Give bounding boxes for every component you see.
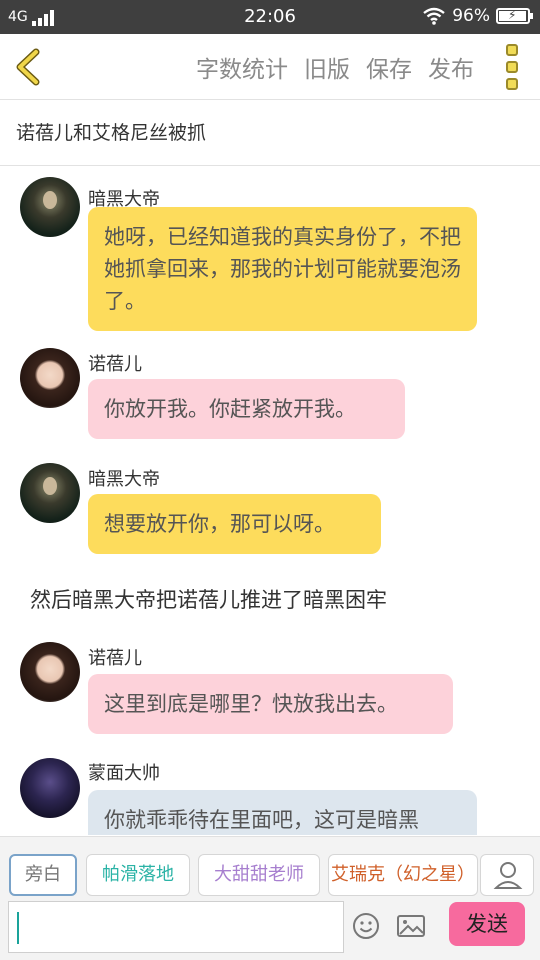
- nuobeier-avatar[interactable]: [20, 348, 80, 408]
- status-bar: 4G 22:06 96% ⚡: [0, 0, 540, 34]
- story-title: 诺蓓儿和艾格尼丝被抓: [16, 122, 207, 144]
- message-bubble[interactable]: 想要放开你，那可以呀。: [88, 494, 381, 554]
- dark-emperor-avatar[interactable]: [20, 177, 80, 237]
- dark-emperor-avatar[interactable]: [20, 463, 80, 523]
- masked-marshal-avatar[interactable]: [20, 758, 80, 818]
- sender-name: 诺蓓儿: [88, 354, 142, 375]
- message-input[interactable]: [8, 901, 344, 953]
- add-character-button[interactable]: [480, 854, 534, 896]
- nuobeier-avatar[interactable]: [20, 642, 80, 702]
- word-count-button[interactable]: 字数统计: [196, 50, 288, 84]
- image-icon[interactable]: [396, 912, 426, 940]
- wifi-icon: [423, 7, 445, 25]
- character-bar: 旁白 帕滑落地 大甜甜老师 艾瑞克（幻之星）: [0, 836, 540, 898]
- chevron-left-icon: [16, 48, 40, 86]
- more-vertical-icon[interactable]: [502, 44, 522, 90]
- sender-name: 暗黑大帝: [88, 469, 160, 490]
- character-chip[interactable]: 艾瑞克（幻之星）: [328, 854, 478, 896]
- editor-toolbar: 字数统计 旧版 保存 发布: [0, 34, 540, 100]
- character-chip-narrator[interactable]: 旁白: [9, 854, 77, 896]
- send-button[interactable]: 发送: [449, 902, 525, 946]
- save-button[interactable]: 保存: [366, 50, 412, 84]
- story-title-row[interactable]: 诺蓓儿和艾格尼丝被抓: [0, 100, 540, 166]
- message-bubble[interactable]: 你放开我。你赶紧放开我。: [88, 379, 405, 439]
- toolbar-actions: 字数统计 旧版 保存 发布: [196, 34, 474, 100]
- chat-area[interactable]: 暗黑大帝 她呀，已经知道我的真实身份了，不把她抓拿回来，那我的计划可能就要泡汤了…: [0, 167, 540, 835]
- narration-text[interactable]: 然后暗黑大帝把诺蓓儿推进了暗黑困牢: [30, 584, 387, 614]
- character-chip[interactable]: 帕滑落地: [86, 854, 190, 896]
- old-version-button[interactable]: 旧版: [304, 50, 350, 84]
- back-button[interactable]: [10, 46, 50, 88]
- battery-percent: 96%: [452, 6, 490, 26]
- input-bar: 发送: [0, 898, 540, 960]
- status-right: 96% ⚡: [422, 6, 533, 26]
- sender-name: 蒙面大帅: [88, 763, 160, 784]
- message-bubble[interactable]: 她呀，已经知道我的真实身份了，不把她抓拿回来，那我的计划可能就要泡汤了。: [88, 207, 477, 331]
- user-icon: [493, 862, 523, 889]
- text-caret: [17, 912, 19, 944]
- message-bubble[interactable]: 这里到底是哪里？快放我出去。: [88, 674, 453, 734]
- message-bubble[interactable]: 你就乖乖待在里面吧，这可是暗黑: [88, 790, 477, 835]
- sender-name: 诺蓓儿: [88, 648, 142, 669]
- publish-button[interactable]: 发布: [428, 50, 474, 84]
- battery-icon: ⚡: [496, 8, 533, 24]
- smiley-icon[interactable]: [352, 912, 380, 940]
- character-chip[interactable]: 大甜甜老师: [198, 854, 320, 896]
- charging-icon: ⚡: [508, 8, 517, 22]
